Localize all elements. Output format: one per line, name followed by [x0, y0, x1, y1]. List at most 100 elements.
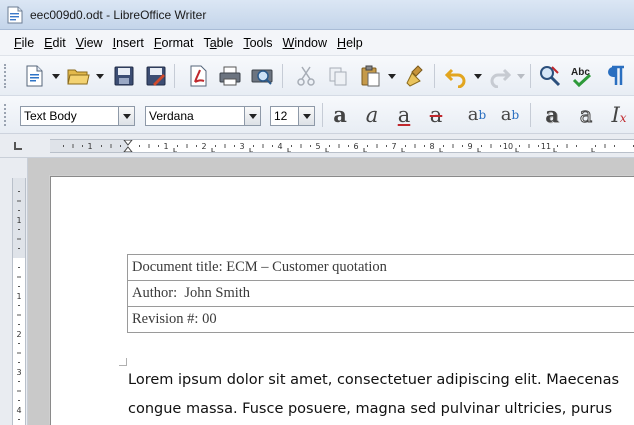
tab-stop[interactable] [211, 148, 215, 152]
tab-stop[interactable] [553, 148, 557, 152]
standard-toolbar: Abc [0, 56, 634, 96]
save-icon[interactable] [112, 64, 136, 88]
ruler-label: 11 [541, 142, 551, 151]
ruler-label: 1 [16, 216, 21, 225]
font-name-value: Verdana [149, 109, 194, 123]
tab-stop[interactable] [363, 148, 367, 152]
toolbar-grip[interactable] [4, 64, 8, 88]
formatting-marks-icon[interactable] [604, 64, 628, 88]
writer-document-icon [7, 6, 23, 24]
table-row[interactable]: Revision #: 00 [127, 306, 634, 333]
ruler-label: 8 [429, 142, 434, 151]
tab-stop[interactable] [477, 148, 481, 152]
tab-stop[interactable] [515, 148, 519, 152]
ruler-label: 1 [87, 142, 92, 151]
ruler-label: 4 [16, 406, 21, 415]
menu-bar: File Edit View Insert Format Table Tools… [0, 30, 634, 56]
clear-formatting-icon[interactable]: Ix [606, 104, 632, 128]
ruler-label: 9 [467, 142, 472, 151]
menu-table[interactable]: Table [198, 32, 238, 54]
ruler-label: 4 [277, 142, 282, 151]
tab-stop[interactable] [591, 148, 595, 152]
find-replace-icon[interactable] [538, 64, 562, 88]
menu-tools[interactable]: Tools [238, 32, 277, 54]
new-document-icon[interactable] [22, 64, 46, 88]
body-line: Lorem ipsum dolor sit amet, consectetuer… [128, 372, 620, 388]
title-bar: eec009d0.odt - LibreOffice Writer [0, 0, 634, 30]
tab-stop[interactable] [325, 148, 329, 152]
paste-icon[interactable] [358, 64, 382, 88]
menu-help[interactable]: Help [332, 32, 368, 54]
italic-icon[interactable]: a [359, 104, 385, 128]
table-cell-revision[interactable]: Revision #: 00 [127, 306, 634, 333]
save-as-icon[interactable] [144, 64, 168, 88]
font-name-select[interactable]: Verdana [145, 106, 261, 126]
underline-icon[interactable]: a [391, 104, 417, 128]
chevron-down-icon[interactable] [474, 72, 482, 80]
text-boundary-corner [119, 358, 127, 366]
chevron-down-icon[interactable] [118, 107, 134, 125]
clone-formatting-icon[interactable] [404, 64, 428, 88]
document-info-table[interactable]: Document title: ECM – Customer quotation… [127, 254, 634, 333]
open-folder-icon[interactable] [66, 64, 90, 88]
chevron-down-icon[interactable] [96, 72, 104, 80]
chevron-down-icon[interactable] [388, 72, 396, 80]
tab-stop[interactable] [287, 148, 291, 152]
print-preview-icon[interactable] [250, 64, 274, 88]
tab-stop[interactable] [249, 148, 253, 152]
ruler-label: 3 [16, 368, 21, 377]
outline-icon[interactable]: a [573, 104, 599, 128]
table-cell-title[interactable]: Document title: ECM – Customer quotation [127, 254, 634, 281]
subscript-icon[interactable]: ab [497, 104, 523, 128]
spellcheck-icon[interactable]: Abc [570, 64, 594, 88]
horizontal-ruler[interactable]: 1 1 2 3 4 5 6 7 8 9 10 11 [50, 139, 634, 153]
toolbar-grip[interactable] [4, 104, 8, 126]
menu-edit[interactable]: Edit [39, 32, 71, 54]
menu-view[interactable]: View [71, 32, 108, 54]
redo-icon[interactable] [488, 64, 512, 88]
chevron-down-icon[interactable] [298, 107, 314, 125]
tab-stop[interactable] [401, 148, 405, 152]
print-icon[interactable] [218, 64, 242, 88]
bold-icon[interactable]: a [327, 104, 353, 128]
table-row[interactable]: Document title: ECM – Customer quotation [127, 254, 634, 281]
chevron-down-icon[interactable] [52, 72, 60, 80]
tab-type-selector[interactable] [14, 142, 22, 150]
document-body-text[interactable]: Lorem ipsum dolor sit amet, consectetuer… [128, 366, 634, 424]
toolbar-separator [530, 103, 531, 127]
cut-icon[interactable] [294, 64, 318, 88]
menu-format[interactable]: Format [149, 32, 199, 54]
body-line: congue massa. Fusce posuere, magna sed p… [128, 401, 613, 417]
paragraph-style-value: Text Body [24, 109, 77, 123]
toolbar-separator [530, 64, 531, 88]
formatting-toolbar: Text Body Verdana 12 a a a a ab ab a a I… [0, 96, 634, 134]
chevron-down-icon[interactable] [517, 72, 525, 80]
ruler-label: 6 [353, 142, 358, 151]
menu-file[interactable]: File [9, 32, 39, 54]
strikethrough-icon[interactable]: a [423, 104, 449, 128]
table-row[interactable]: Author: John Smith [127, 280, 634, 307]
ruler-ticks: 1 1 2 3 4 5 6 7 8 9 10 11 [63, 140, 634, 152]
indent-marker[interactable] [123, 140, 133, 152]
left-strip [0, 158, 10, 425]
menu-insert[interactable]: Insert [108, 32, 149, 54]
toolbar-separator [282, 64, 283, 88]
toolbar-separator [174, 64, 175, 88]
font-size-value: 12 [274, 109, 288, 123]
chevron-down-icon[interactable] [244, 107, 260, 125]
horizontal-ruler-area: 1 1 2 3 4 5 6 7 8 9 10 11 [0, 134, 634, 158]
vertical-ruler-ticks: 1 1 2 3 4 [16, 191, 22, 420]
paragraph-style-select[interactable]: Text Body [20, 106, 135, 126]
table-cell-author[interactable]: Author: John Smith [127, 280, 634, 307]
font-size-select[interactable]: 12 [270, 106, 315, 126]
shadow-icon[interactable]: a [539, 104, 565, 128]
export-pdf-icon[interactable] [186, 64, 210, 88]
undo-icon[interactable] [444, 64, 468, 88]
superscript-icon[interactable]: ab [464, 104, 490, 128]
ruler-label: 2 [16, 330, 21, 339]
vertical-ruler[interactable]: 1 1 2 3 4 [10, 158, 28, 425]
copy-icon[interactable] [326, 64, 350, 88]
tab-stop[interactable] [439, 148, 443, 152]
tab-stop[interactable] [173, 148, 177, 152]
menu-window[interactable]: Window [278, 32, 332, 54]
